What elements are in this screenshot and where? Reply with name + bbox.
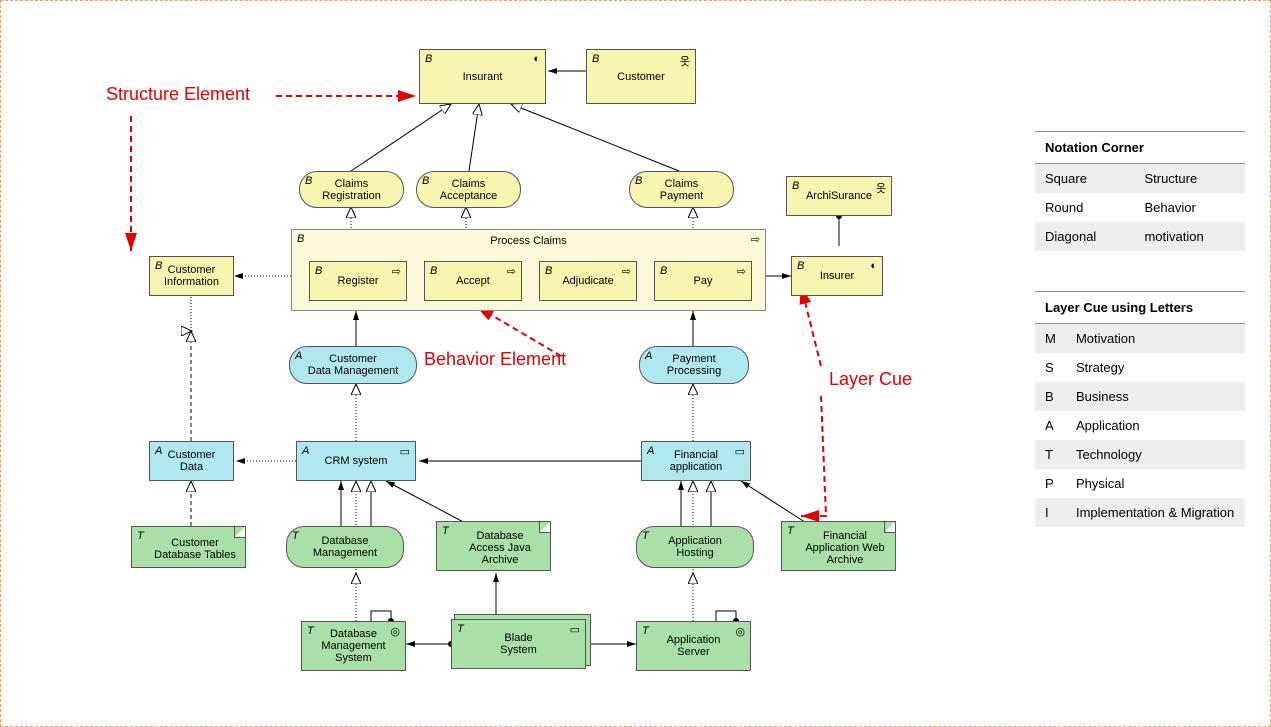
node-dbms: T ◎ Database Management System — [301, 621, 406, 671]
node-app-host: T Application Hosting — [636, 526, 754, 568]
annot-behavior: Behavior Element — [424, 349, 566, 370]
label: CRM system — [325, 455, 388, 467]
label: Application Server — [667, 634, 721, 658]
node-cust-data-mgmt: A Customer Data Management — [289, 346, 417, 384]
role-icon: ◐ — [533, 53, 540, 65]
node-insurant: B ◐ Insurant — [419, 49, 546, 104]
label: ArchiSurance — [806, 190, 872, 202]
node-pay: B ⇨ Pay — [654, 261, 752, 301]
node-accept: B ⇨ Accept — [424, 261, 522, 301]
node-insurer: B ◐ Insurer — [791, 256, 883, 296]
node-pay-proc: A Payment Processing — [639, 346, 749, 384]
label: Customer Database Tables — [150, 537, 240, 561]
notation-table: Notation Corner SquareStructure RoundBeh… — [1035, 131, 1245, 251]
label: Process Claims — [292, 235, 765, 247]
annot-layer: Layer Cue — [829, 369, 912, 390]
node-claims-reg: B Claims Registration — [299, 171, 404, 208]
label: Customer Data — [168, 449, 216, 473]
label: Database Management — [313, 535, 377, 559]
device-icon: ▭ — [570, 623, 580, 636]
label: Register — [338, 275, 379, 287]
label: Pay — [694, 275, 713, 287]
node-fin-app: A ▭ Financial application — [641, 441, 751, 481]
node-claims-pay: B Claims Payment — [629, 171, 734, 208]
arrow-icon: ⇨ — [622, 265, 631, 278]
node-blade: T ▭ Blade System — [451, 619, 586, 669]
sw-icon: ◎ — [390, 625, 400, 638]
arrow-icon: ⇨ — [392, 265, 401, 278]
diagram-container: Structure Element Behavior Element Layer… — [0, 0, 1271, 727]
node-adjudicate: B ⇨ Adjudicate — [539, 261, 637, 301]
node-customer: B 옷 Customer — [586, 49, 696, 104]
label: Customer — [617, 71, 665, 83]
node-cust-info: B Customer Information — [149, 256, 234, 296]
node-register: B ⇨ Register — [309, 261, 407, 301]
annot-structure: Structure Element — [106, 84, 250, 105]
letter-b: B — [425, 53, 432, 65]
label: Adjudicate — [562, 275, 613, 287]
node-db-mgmt: T Database Management — [286, 526, 404, 568]
node-db-java: T Database Access Java Archive — [436, 521, 551, 571]
layer-table: Layer Cue using Letters MMotivation SStr… — [1035, 291, 1245, 527]
label: Insurer — [820, 270, 854, 282]
node-app-server: T ◎ Application Server — [636, 621, 751, 671]
layer-title: Layer Cue using Letters — [1035, 292, 1245, 324]
label: Database Access Java Archive — [455, 530, 545, 566]
node-archisurance: B 옷 ArchiSurance — [786, 176, 892, 216]
arrow-icon: ⇨ — [507, 265, 516, 278]
node-cust-data: A Customer Data — [149, 441, 234, 481]
label: Claims Acceptance — [440, 178, 497, 202]
arrow-icon: ⇨ — [737, 265, 746, 278]
component-icon: ▭ — [400, 445, 410, 458]
label: Database Management System — [321, 628, 385, 664]
label: Accept — [456, 275, 490, 287]
node-cust-db-tables: T Customer Database Tables — [131, 526, 246, 568]
label: Claims Payment — [660, 178, 703, 202]
role-icon: ◐ — [870, 260, 877, 272]
label: Customer Data Management — [308, 353, 399, 377]
label: Blade System — [500, 632, 537, 656]
label: Application Hosting — [668, 535, 722, 559]
node-claims-acc: B Claims Acceptance — [416, 171, 521, 208]
label: Payment Processing — [667, 353, 721, 377]
actor-icon: 옷 — [876, 180, 886, 196]
node-fin-web: T Financial Application Web Archive — [781, 521, 896, 571]
sw-icon: ◎ — [735, 625, 745, 638]
label: Claims Registration — [322, 178, 381, 202]
node-crm: A ▭ CRM system — [296, 441, 416, 481]
label: Insurant — [463, 71, 503, 83]
label: Financial application — [670, 449, 723, 473]
notation-title: Notation Corner — [1035, 132, 1245, 164]
actor-icon: 옷 — [680, 53, 690, 69]
diagram-canvas: Structure Element Behavior Element Layer… — [21, 21, 981, 711]
component-icon: ▭ — [735, 445, 745, 458]
label: Customer Information — [164, 264, 219, 288]
label: Financial Application Web Archive — [800, 530, 890, 566]
legend-tables: Notation Corner SquareStructure RoundBeh… — [1035, 131, 1245, 567]
